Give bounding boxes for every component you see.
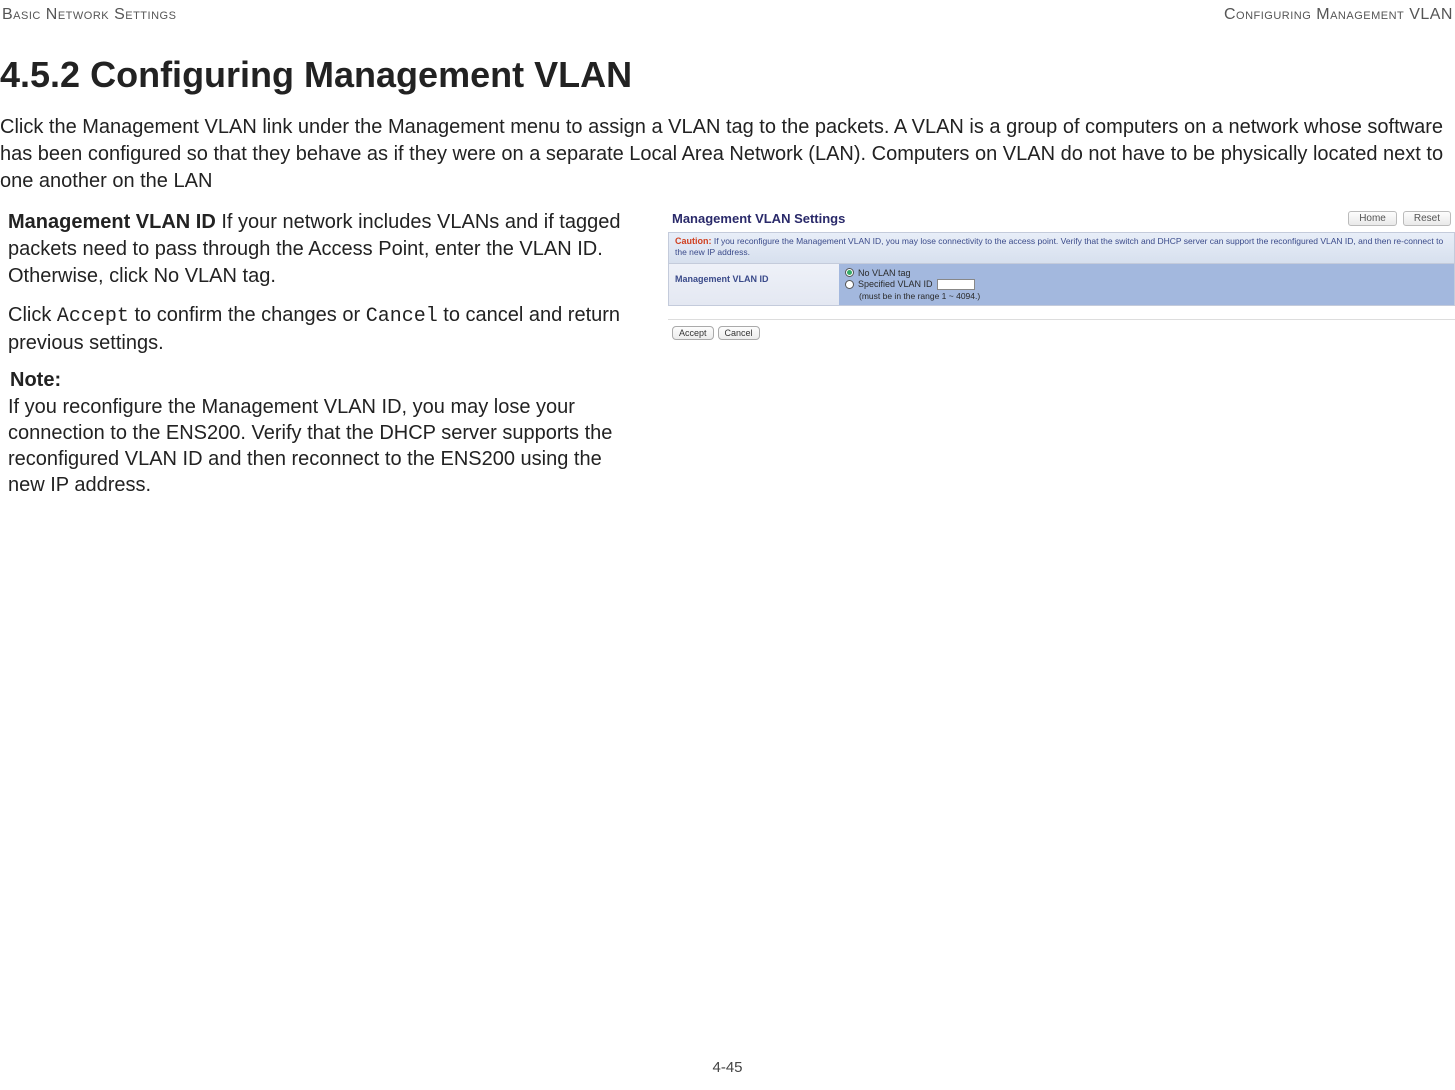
definition-paragraph: Management VLAN ID If your network inclu…: [8, 209, 640, 290]
intro-paragraph: Click the Management VLAN link under the…: [0, 114, 1455, 195]
vlan-id-input[interactable]: [937, 279, 975, 290]
accept-literal: Accept: [57, 305, 129, 328]
separator: [668, 306, 1455, 320]
accept-button[interactable]: Accept: [672, 326, 714, 340]
vlan-options: No VLAN tag Specified VLAN ID (must be i…: [839, 264, 1454, 305]
section-title-text: Configuring Management VLAN: [90, 54, 632, 95]
definition-term: Management VLAN ID: [8, 211, 216, 233]
vlan-row-label: Management VLAN ID: [669, 264, 839, 305]
section-number: 4.5.2: [0, 54, 80, 95]
cancel-literal: Cancel: [366, 305, 438, 328]
left-column: Management VLAN ID If your network inclu…: [0, 209, 640, 498]
screenshot-header: Management VLAN Settings Home Reset: [668, 209, 1455, 232]
caution-row: Caution: If you reconfigure the Manageme…: [668, 232, 1455, 264]
caution-text: If you reconfigure the Management VLAN I…: [675, 236, 1443, 257]
screenshot-header-buttons: Home Reset: [1348, 211, 1451, 226]
reset-button[interactable]: Reset: [1403, 211, 1451, 226]
page-number: 4-45: [0, 1059, 1455, 1076]
header-right: Configuring Management VLAN: [1224, 6, 1453, 24]
page-running-header: Basic Network Settings Configuring Manag…: [0, 6, 1455, 30]
action-p1: Click: [8, 304, 57, 326]
option-specified-label: Specified VLAN ID: [858, 279, 933, 289]
home-button[interactable]: Home: [1348, 211, 1397, 226]
option-no-vlan[interactable]: No VLAN tag: [845, 268, 1448, 278]
vlan-row: Management VLAN ID No VLAN tag Specified…: [668, 264, 1455, 306]
note-text: If you reconfigure the Management VLAN I…: [8, 394, 640, 498]
radio-icon[interactable]: [845, 268, 854, 277]
caution-label: Caution:: [675, 236, 712, 246]
radio-icon[interactable]: [845, 280, 854, 289]
header-left: Basic Network Settings: [2, 6, 176, 24]
action-buttons: Accept Cancel: [668, 324, 1455, 342]
content-columns: Management VLAN ID If your network inclu…: [0, 209, 1455, 498]
screenshot-title: Management VLAN Settings: [672, 211, 845, 226]
vlan-range-note: (must be in the range 1 ~ 4094.): [859, 291, 1448, 301]
cancel-button[interactable]: Cancel: [718, 326, 760, 340]
action-p2: to confirm the changes or: [129, 304, 366, 326]
option-specified-vlan[interactable]: Specified VLAN ID: [845, 279, 1448, 290]
note-label: Note:: [10, 369, 640, 392]
screenshot-panel: Management VLAN Settings Home Reset Caut…: [668, 209, 1455, 342]
option-no-vlan-label: No VLAN tag: [858, 268, 911, 278]
action-paragraph: Click Accept to confirm the changes or C…: [8, 302, 640, 357]
section-heading: 4.5.2 Configuring Management VLAN: [0, 54, 1455, 96]
